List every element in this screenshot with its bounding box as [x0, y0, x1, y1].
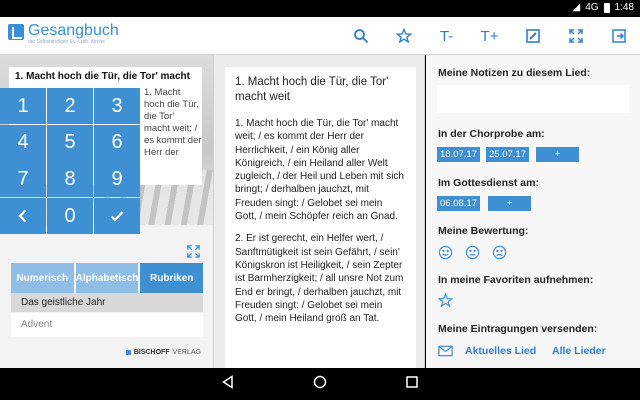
star-outline-icon[interactable] — [438, 293, 453, 308]
edit-note-button[interactable] — [511, 17, 554, 55]
app-bar: Gesangbuch der Selbständigen Ev.-Luth. K… — [0, 17, 640, 55]
smiley-happy-icon[interactable] — [438, 245, 453, 260]
search-button[interactable] — [339, 17, 382, 55]
exit-button[interactable] — [597, 17, 640, 55]
song-verse: 1. Macht hoch die Tür, die Tor' macht we… — [235, 118, 404, 223]
rehearsal-date-chip[interactable]: 18.07.17 — [437, 147, 480, 162]
key-0[interactable]: 0 — [47, 198, 93, 235]
hymnal-logo-icon — [8, 24, 24, 40]
notes-input[interactable] — [437, 85, 629, 113]
battery-icon — [603, 2, 610, 13]
song-index-panel: 1. Macht hoch die Tür, die Tor' macht 1.… — [0, 55, 213, 368]
expand-icon[interactable] — [186, 244, 201, 259]
song-text-panel[interactable]: 1. Macht hoch die Tür, die Tor' macht we… — [213, 55, 425, 368]
key-5[interactable]: 5 — [47, 124, 93, 161]
app-subtitle: der Selbständigen Ev.-Luth. Kirche — [28, 39, 105, 45]
fullscreen-icon — [568, 29, 583, 43]
tab-numeric[interactable]: Numerisch — [11, 263, 74, 293]
search-icon — [353, 29, 368, 44]
number-pad: 1 2 3 4 5 6 7 8 9 0 — [0, 88, 140, 235]
chevron-left-icon — [18, 209, 27, 223]
back-button[interactable] — [221, 374, 235, 394]
current-song-snippet: 1. Macht hoch die Tür, die Tor' macht we… — [144, 87, 202, 158]
key-8[interactable]: 8 — [47, 161, 93, 198]
app-logo: Gesangbuch der Selbständigen Ev.-Luth. K… — [8, 22, 119, 45]
my-notes-label: Meine Notizen zu diesem Lied: — [438, 67, 591, 79]
checkmark-icon — [110, 211, 124, 222]
add-service-date-button[interactable]: + — [488, 196, 531, 211]
font-smaller-button[interactable]: T- — [425, 17, 468, 55]
publisher-logo: BISCHOFF VERLAG — [125, 349, 201, 356]
song-title: 1. Macht hoch die Tür, die Tor' macht we… — [235, 76, 389, 103]
favorite-button[interactable] — [382, 17, 425, 55]
rehearsal-date-chip[interactable]: 25.07.17 — [486, 147, 529, 162]
send-all-songs-link[interactable]: Alle Lieder — [552, 345, 606, 357]
smiley-neutral-icon[interactable] — [465, 245, 480, 260]
fullscreen-button[interactable] — [554, 17, 597, 55]
recents-square-icon — [406, 375, 418, 388]
send-label: Meine Eintragungen versenden: — [438, 323, 598, 335]
clock: 1:48 — [614, 2, 634, 13]
service-label: Im Gottesdienst am: — [438, 177, 539, 189]
key-6[interactable]: 6 — [94, 124, 140, 161]
home-circle-icon — [313, 375, 327, 388]
smiley-sad-icon[interactable] — [492, 245, 507, 260]
send-current-song-link[interactable]: Aktuelles Lied — [465, 345, 536, 357]
mail-icon — [438, 345, 453, 357]
edit-icon — [525, 29, 540, 43]
rating-label: Meine Bewertung: — [438, 225, 529, 237]
song-text-card: 1. Macht hoch die Tür, die Tor' macht we… — [225, 67, 416, 368]
key-1[interactable]: 1 — [0, 88, 46, 124]
index-tabs: Numerisch Alphabetisch Rubriken — [11, 263, 204, 293]
rehearsal-label: In der Chorprobe am: — [438, 128, 545, 140]
publisher-suffix: VERLAG — [172, 349, 201, 356]
font-larger-button[interactable]: T+ — [468, 17, 511, 55]
recents-button[interactable] — [405, 375, 419, 394]
key-9[interactable]: 9 — [94, 161, 140, 198]
exit-icon — [611, 29, 626, 43]
backspace-key[interactable] — [0, 198, 46, 235]
status-bar: ◢ 4G 1:48 — [0, 0, 640, 17]
tab-categories[interactable]: Rubriken — [140, 263, 204, 293]
current-song-title: 1. Macht hoch die Tür, die Tor' macht — [15, 71, 190, 82]
key-7[interactable]: 7 — [0, 161, 46, 198]
notes-panel: Meine Notizen zu diesem Lied: In der Cho… — [426, 55, 640, 368]
category-item[interactable]: Advent — [11, 313, 203, 337]
favorites-label: In meine Favoriten aufnehmen: — [438, 274, 594, 286]
system-nav-bar — [0, 368, 640, 400]
confirm-key[interactable] — [94, 198, 140, 235]
app-title: Gesangbuch — [28, 22, 119, 39]
publisher-name: BISCHOFF — [133, 349, 170, 356]
key-2[interactable]: 2 — [47, 88, 93, 124]
star-outline-icon — [395, 28, 412, 44]
key-3[interactable]: 3 — [94, 88, 140, 124]
network-type: 4G — [585, 2, 599, 13]
key-4[interactable]: 4 — [0, 124, 46, 161]
category-header[interactable]: Das geistliche Jahr — [11, 293, 203, 312]
tab-alphabetic[interactable]: Alphabetisch — [75, 263, 139, 293]
back-triangle-icon — [222, 374, 233, 389]
service-date-chip[interactable]: 06.08.17 — [437, 196, 480, 211]
signal-icon: ◢ — [572, 2, 581, 13]
home-button[interactable] — [313, 375, 327, 394]
song-verse: 2. Er ist gerecht, ein Helfer wert, / Sa… — [235, 233, 404, 325]
add-rehearsal-date-button[interactable]: + — [536, 147, 579, 162]
